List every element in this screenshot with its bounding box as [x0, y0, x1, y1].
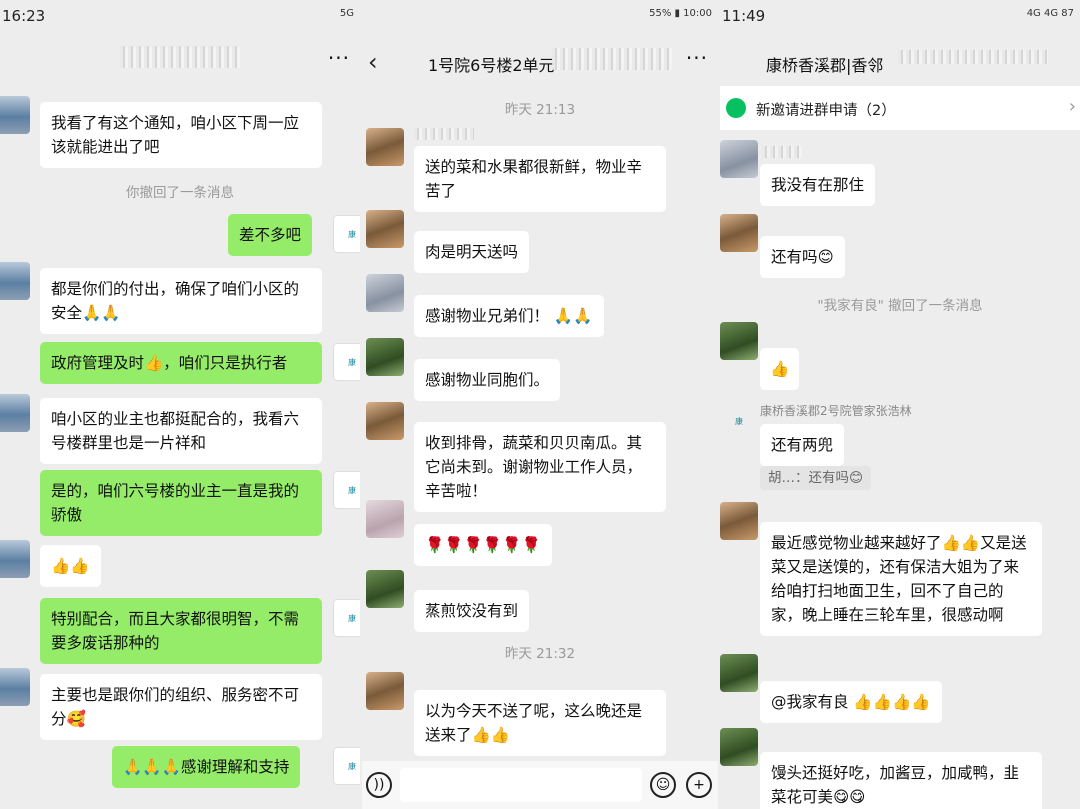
message-bubble[interactable]: 还有吗😊 [760, 236, 845, 278]
voice-icon[interactable]: )) [366, 772, 392, 798]
avatar[interactable] [720, 322, 758, 360]
emoji-icon[interactable]: ☺ [650, 772, 676, 798]
banner-text: 新邀请进群申请（2） [756, 103, 896, 119]
avatar[interactable] [366, 672, 404, 710]
blurred-sender-name [414, 128, 474, 140]
my-message-bubble[interactable]: 政府管理及时👍，咱们只是执行者 [40, 342, 322, 384]
avatar[interactable] [720, 214, 758, 252]
message-bubble[interactable]: 还有两兜 [760, 424, 845, 466]
blurred-title-suffix [898, 50, 1048, 64]
my-message-bubble[interactable]: 是的，咱们六号楼的业主一直是我的骄傲 [40, 470, 322, 536]
chat-panel-2: 55% ▮ 10:00 ‹ 1号院6号楼2单元 ··· 昨天 21:13 送的菜… [362, 0, 718, 809]
avatar[interactable] [720, 728, 758, 766]
blurred-sender-name [762, 146, 802, 158]
status-time: 16:23 [2, 7, 46, 25]
message-bubble[interactable]: 主要也是跟你们的组织、服务密不可分🥰 [40, 674, 322, 740]
plus-icon[interactable]: + [686, 772, 712, 798]
message-bubble[interactable]: 蒸煎饺没有到 [414, 590, 530, 632]
blurred-member-count [552, 48, 672, 70]
more-options-button[interactable]: ··· [686, 46, 708, 70]
back-icon[interactable]: ‹ [368, 48, 378, 76]
status-bar: 16:23 5G [0, 0, 360, 32]
message-bubble[interactable]: 肉是明天送吗 [414, 231, 530, 273]
avatar[interactable] [366, 402, 404, 440]
my-message-bubble[interactable]: 差不多吧 [228, 214, 313, 256]
message-bubble[interactable]: 最近感觉物业越来越好了👍👍又是送菜又是送馍的，还有保洁大姐为了来给咱打扫地面卫生… [760, 522, 1042, 636]
message-bubble[interactable]: 感谢物业同胞们。 [414, 359, 561, 401]
message-bubble[interactable]: 都是你们的付出，确保了咱们小区的安全🙏🙏 [40, 268, 322, 334]
message-bubble[interactable]: 馒头还挺好吃，加酱豆，加咸鸭，韭菜花可美😋😋 [760, 752, 1042, 809]
my-avatar-logo[interactable]: 康 [333, 215, 360, 253]
my-avatar-logo[interactable]: 康 [333, 343, 360, 381]
status-icons: 5G [339, 8, 354, 19]
message-bubble[interactable]: 感谢物业兄弟们！ 🙏🙏 [414, 295, 604, 337]
timestamp: 昨天 21:13 [504, 102, 576, 118]
chat-header: ··· [0, 32, 360, 84]
avatar[interactable] [0, 668, 30, 706]
chevron-right-icon[interactable]: › [1069, 96, 1076, 117]
message-bubble[interactable]: 送的菜和水果都很新鲜，物业辛苦了 [414, 146, 666, 212]
chat-title: 康桥香溪郡|香邻 [766, 56, 884, 75]
my-message-bubble[interactable]: 🙏🙏🙏感谢理解和支持 [112, 746, 301, 788]
message-bubble[interactable]: 咱小区的业主也都挺配合的，我看六号楼群里也是一片祥和 [40, 398, 322, 464]
message-bubble[interactable]: 👍👍 [40, 545, 101, 587]
avatar[interactable] [366, 338, 404, 376]
avatar[interactable] [720, 140, 758, 178]
avatar[interactable] [366, 128, 404, 166]
message-bubble[interactable]: 👍 [760, 348, 800, 390]
message-bubble[interactable]: 我没有在那住 [760, 164, 876, 206]
message-bubble[interactable]: 🌹🌹🌹🌹🌹🌹 [414, 524, 552, 566]
avatar[interactable] [366, 210, 404, 248]
avatar[interactable] [0, 394, 30, 432]
avatar[interactable] [0, 540, 30, 578]
avatar[interactable] [0, 96, 30, 134]
avatar[interactable] [720, 654, 758, 692]
my-message-bubble[interactable]: 特别配合，而且大家都很明智，不需要多废话那种的 [40, 598, 322, 664]
avatar[interactable] [0, 262, 30, 300]
message-input[interactable] [400, 768, 642, 802]
chat-header: 康桥香溪郡|香邻 [720, 32, 1080, 84]
message-bubble[interactable]: 我看了有这个通知，咱小区下周一应该就能进出了吧 [40, 102, 322, 168]
chat-panel-1: 16:23 5G ··· 我看了有这个通知，咱小区下周一应该就能进出了吧 你撤回… [0, 0, 360, 809]
more-options-button[interactable]: ··· [328, 46, 350, 70]
avatar[interactable] [366, 274, 404, 312]
status-icons: 55% ▮ 10:00 [649, 8, 712, 19]
chat-header: ‹ 1号院6号楼2单元 ··· [362, 32, 718, 84]
add-user-icon [726, 98, 746, 118]
status-time: 11:49 [722, 7, 766, 25]
system-message: "我家有良" 撤回了一条消息 [817, 298, 983, 314]
group-invite-banner[interactable]: 新邀请进群申请（2） › [720, 86, 1080, 130]
sender-name: 康桥香溪郡2号院管家张浩林 [760, 404, 912, 418]
message-bubble[interactable]: @我家有良 👍👍👍👍 [760, 681, 942, 723]
status-bar: 11:49 4G 4G 87 [720, 0, 1080, 32]
chat-panel-3: 11:49 4G 4G 87 康桥香溪郡|香邻 新邀请进群申请（2） › 我没有… [720, 0, 1080, 809]
message-bubble[interactable]: 以为今天不送了呢，这么晚还是送来了👍👍 [414, 690, 666, 756]
blurred-chat-title [120, 46, 240, 68]
status-icons: 4G 4G 87 [1026, 8, 1074, 19]
avatar[interactable] [366, 570, 404, 608]
my-avatar-logo[interactable]: 康 [333, 747, 360, 785]
manager-avatar-logo[interactable]: 康 [720, 402, 758, 440]
message-bubble[interactable]: 收到排骨，蔬菜和贝贝南瓜。其它尚未到。谢谢物业工作人员，辛苦啦！ [414, 422, 666, 512]
input-bar: )) ☺ + [362, 761, 718, 809]
status-bar: 55% ▮ 10:00 [362, 0, 718, 32]
avatar[interactable] [366, 500, 404, 538]
quoted-message[interactable]: 胡…：还有吗😊 [760, 466, 872, 490]
chat-title: 1号院6号楼2单元 [428, 56, 555, 75]
timestamp: 昨天 21:32 [504, 646, 576, 662]
my-avatar-logo[interactable]: 康 [333, 599, 360, 637]
my-avatar-logo[interactable]: 康 [333, 471, 360, 509]
system-message: 你撤回了一条消息 [126, 185, 234, 201]
avatar[interactable] [720, 502, 758, 540]
